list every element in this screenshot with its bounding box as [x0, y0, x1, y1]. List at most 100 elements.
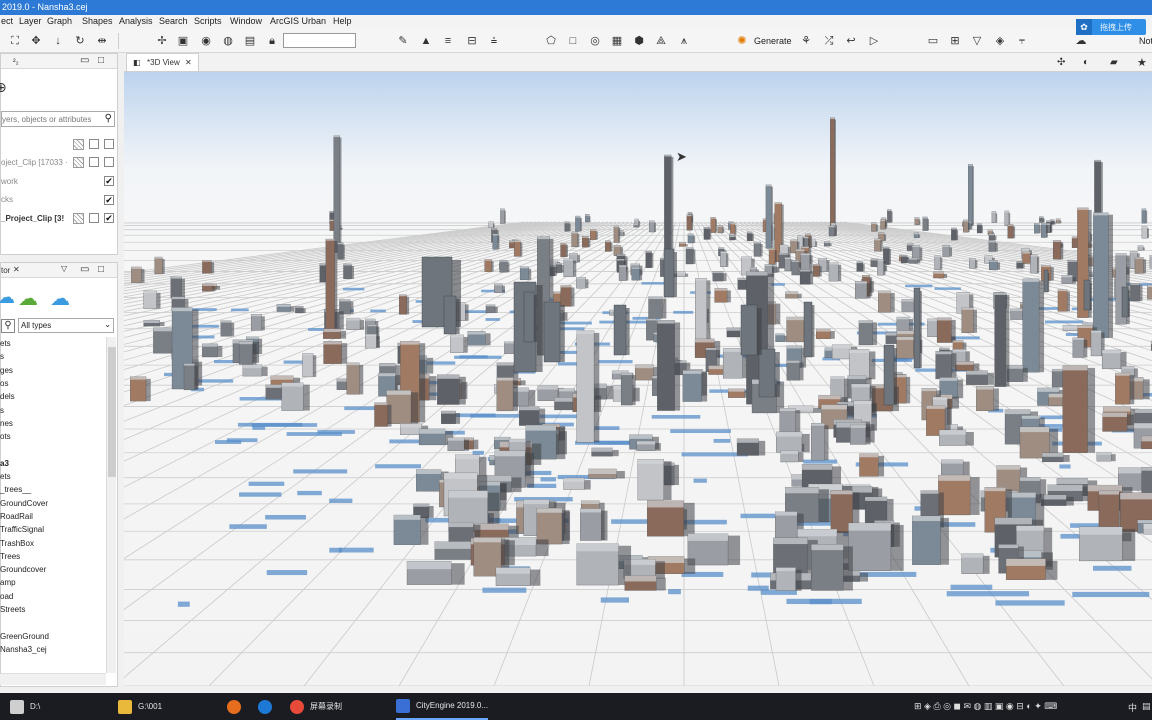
navigator-item[interactable]: a3	[0, 459, 9, 468]
search-icon[interactable]: ⚲	[105, 113, 112, 124]
type-filter-select[interactable]: All types ⌄	[18, 318, 114, 333]
street-grid-icon[interactable]: ≡	[441, 34, 455, 48]
cube-icon[interactable]: ⬢	[632, 34, 646, 48]
shape-icon[interactable]: ⬠	[544, 34, 558, 48]
circle-icon[interactable]: ◎	[588, 34, 602, 48]
taskbar-item-drive-d[interactable]: D:\	[10, 693, 40, 720]
navigator-item[interactable]: ets	[0, 339, 11, 348]
terrain-icon[interactable]: ⟁	[654, 34, 668, 48]
bookmark-star-icon[interactable]: ★	[1137, 56, 1147, 69]
navigator-item[interactable]: GreenGround	[0, 632, 49, 641]
navigator-item[interactable]: Trees	[0, 552, 20, 561]
layers-icon[interactable]: ⊞	[948, 34, 962, 48]
navigator-item[interactable]: os	[0, 379, 8, 388]
bookmark-icon[interactable]: ▤	[243, 34, 257, 48]
grid-icon[interactable]: ▦	[610, 34, 624, 48]
scale-icon[interactable]: ⇹	[95, 34, 109, 48]
undo-icon[interactable]: ↩	[844, 34, 858, 48]
scene-search-input[interactable]: yers, objects or attributes ⚲	[1, 111, 115, 127]
navigate-icon[interactable]: ✣	[1057, 57, 1065, 68]
play-icon[interactable]: ▷	[867, 34, 881, 48]
cloud-upload-icon[interactable]: ☁	[18, 286, 38, 311]
menu-help[interactable]: Help	[333, 16, 352, 26]
navigator-item[interactable]: RoadRail	[0, 512, 33, 521]
navigator-item[interactable]: ots	[0, 432, 11, 441]
cloud-download-icon[interactable]: ☁	[50, 286, 70, 311]
layer-name[interactable]: _Project_Clip [3!	[1, 214, 64, 223]
filter-icon[interactable]: ▽	[970, 34, 984, 48]
navigator-item[interactable]: ets	[0, 472, 11, 481]
layer-lock-icon[interactable]	[73, 139, 84, 150]
navigator-scrollbar[interactable]	[106, 337, 116, 673]
camera-icon[interactable]: ◈	[993, 34, 1007, 48]
layer-visibility-checkbox[interactable]: ✔	[104, 213, 114, 223]
minimize-icon[interactable]: ▭	[80, 55, 89, 66]
scrollbar-thumb[interactable]	[108, 347, 116, 477]
navigator-item[interactable]: Streets	[0, 605, 25, 614]
draw-street-icon[interactable]: ▲	[419, 34, 433, 48]
navigator-item[interactable]: dels	[0, 392, 15, 401]
taskbar-item-cityengine[interactable]: CityEngine 2019.0...	[396, 693, 489, 720]
camera-menu-icon[interactable]: ◐	[1083, 57, 1089, 68]
layer-lock-icon[interactable]	[73, 213, 84, 224]
layer-visibility-checkbox[interactable]: ✔	[104, 176, 114, 186]
render-menu-icon[interactable]: ▰	[1110, 57, 1118, 68]
layer-visibility-checkbox[interactable]	[104, 139, 114, 149]
taskbar-item-recorder[interactable]: 屏幕录制	[290, 693, 342, 720]
globe-icon[interactable]: ◍	[221, 34, 235, 48]
tab-3d-view[interactable]: ◧ *3D View ✕	[126, 53, 199, 71]
layer-checkbox[interactable]	[89, 213, 99, 223]
transform-icon[interactable]: ✢	[155, 34, 169, 48]
close-icon[interactable]: ✕	[185, 58, 192, 67]
menu-shapes[interactable]: Shapes	[82, 16, 113, 26]
navigator-item[interactable]: nes	[0, 419, 13, 428]
menu-layer[interactable]: Layer	[19, 16, 42, 26]
layer-lock-icon[interactable]	[73, 157, 84, 168]
minus-icon[interactable]: ▭	[926, 34, 940, 48]
lock-icon[interactable]: 🔒︎	[265, 34, 279, 48]
maximize-icon[interactable]: □	[98, 264, 104, 275]
layer-name[interactable]: work	[1, 177, 18, 186]
analysis-icon[interactable]: ⩚	[677, 34, 691, 48]
orbit-icon[interactable]: ◉	[199, 34, 213, 48]
navigator-item[interactable]: oad	[0, 592, 13, 601]
layer-visibility-checkbox[interactable]	[104, 157, 114, 167]
maximize-icon[interactable]: □	[98, 55, 104, 66]
viewport-3d[interactable]	[124, 72, 1152, 686]
input-language[interactable]: 中	[1128, 701, 1137, 714]
menu-scripts[interactable]: Scripts	[194, 16, 222, 26]
cleanup-icon[interactable]: ⩮	[487, 34, 501, 48]
scene-tab[interactable]: ²₂	[13, 57, 19, 66]
navigator-hscrollbar[interactable]	[0, 673, 106, 685]
cloud-icon[interactable]: ☁	[1074, 34, 1088, 48]
menu-select[interactable]: ect	[1, 16, 13, 26]
minimize-icon[interactable]: ▭	[80, 264, 89, 275]
rule-icon[interactable]: ⚘	[799, 34, 813, 48]
layer-name[interactable]: cks	[1, 195, 13, 204]
layer-checkbox[interactable]	[89, 139, 99, 149]
search-icon[interactable]: ⚲	[1, 319, 15, 333]
navigator-item[interactable]: ges	[0, 366, 13, 375]
move-icon[interactable]: ✥	[29, 34, 43, 48]
layer-name[interactable]: oject_Clip [17033 ·	[1, 158, 68, 167]
rotate-icon[interactable]: ↻	[73, 34, 87, 48]
shuffle-icon[interactable]: ⤮	[822, 34, 836, 48]
add-layer-icon[interactable]: ⊕	[0, 79, 7, 96]
draw-polygon-icon[interactable]: ✎	[396, 34, 410, 48]
navigator-item[interactable]: Nansha3_cej	[0, 645, 47, 654]
down-arrow-icon[interactable]: ↓	[51, 34, 65, 48]
taskbar-item-ie[interactable]	[258, 693, 278, 720]
view-menu-icon[interactable]: ▽	[61, 264, 67, 273]
upload-button[interactable]: ✿ 拖拽上传	[1076, 19, 1146, 35]
taskbar-item-firefox[interactable]	[227, 693, 247, 720]
chart-icon[interactable]: ⫧	[1015, 34, 1029, 48]
navigator-item[interactable]: TrashBox	[0, 539, 34, 548]
layer-visibility-checkbox[interactable]: ✔	[104, 195, 114, 205]
navigator-tab[interactable]: tor	[1, 266, 10, 275]
select-tool-icon[interactable]: ⛶	[8, 34, 22, 48]
menu-window[interactable]: Window	[230, 16, 262, 26]
navigator-item[interactable]: GroundCover	[0, 499, 48, 508]
menu-graph[interactable]: Graph	[47, 16, 72, 26]
align-icon[interactable]: ⊟	[465, 34, 479, 48]
menu-search[interactable]: Search	[159, 16, 188, 26]
